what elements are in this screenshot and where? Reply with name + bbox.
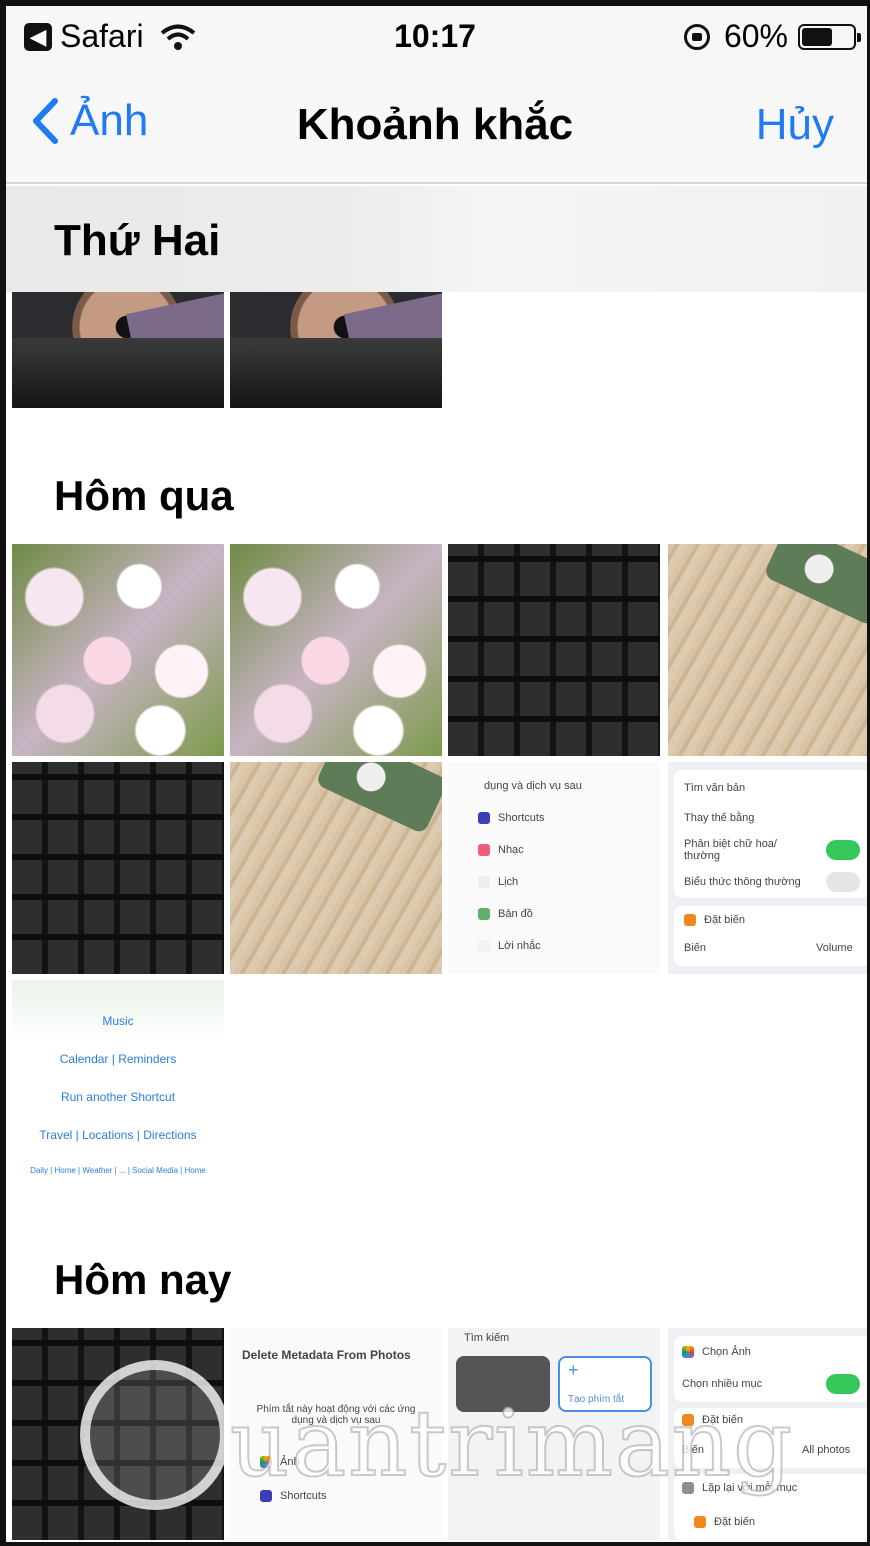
screenshot-text: Nhạc [498, 844, 524, 856]
screenshot-text: Đặt biến [704, 914, 745, 926]
screenshot-text: dụng và dịch vụ sau [484, 780, 582, 792]
app-icon [478, 812, 490, 825]
calendar-icon [478, 876, 490, 889]
screenshot-link: Travel | Locations | Directions [39, 1128, 197, 1142]
photo-thumbnail[interactable] [230, 544, 442, 756]
photo-thumbnail[interactable] [230, 292, 442, 408]
screenshot-text: Tìm kiếm [464, 1332, 510, 1344]
screenshot-link: Calendar | Reminders [59, 1052, 177, 1066]
toggle-switch [826, 872, 860, 892]
status-right: 60% [683, 18, 861, 55]
section-title: Hôm nay [54, 1256, 232, 1303]
screenshot-text: Shortcuts [498, 812, 545, 824]
photo-thumbnail[interactable] [448, 544, 660, 756]
screenshot-thumbnail[interactable]: dụng và dịch vụ sau Shortcuts Nhạc Lịch … [448, 762, 660, 974]
photo-thumbnail[interactable] [12, 762, 224, 974]
photos-app-icon [682, 1346, 694, 1359]
cancel-button[interactable]: Hủy [756, 100, 834, 150]
section-title: Hôm qua [54, 472, 234, 519]
screenshot-text: Lịch [498, 876, 519, 888]
toggle-switch [826, 840, 860, 860]
watermark-logo-icon [80, 1360, 230, 1510]
photo-thumbnail[interactable] [668, 544, 870, 756]
screenshot-text: Đặt biến [714, 1516, 755, 1528]
screenshot-text: Phân biệt chữ hoa/ thường [684, 838, 777, 862]
screenshot-link: Run another Shortcut [60, 1090, 176, 1104]
screenshot-link: Daily | Home | Weather | ... | Social Me… [30, 1166, 206, 1175]
status-bar: ◀ Safari 10:17 60% [0, 0, 870, 76]
screenshot-link: Music [102, 1014, 134, 1028]
watermark-text: uantrimang [229, 1389, 794, 1498]
page-title: Khoảnh khắc [296, 100, 574, 149]
photo-thumbnail[interactable] [12, 292, 224, 408]
screenshot-thumbnail[interactable]: Tìm văn bản Thay thế bằng Phân biệt chữ … [668, 762, 870, 974]
navigation-bar: Ảnh Khoảnh khắc Hủy [0, 76, 870, 184]
screenshot-text: Bản đồ [498, 908, 533, 920]
photo-thumbnail[interactable] [230, 762, 442, 974]
section-title: Thứ Hai [54, 216, 221, 265]
screenshot-text: Tìm văn bản [684, 782, 746, 794]
toggle-switch [826, 1374, 860, 1394]
battery-icon [798, 23, 861, 50]
screenshot-text: Volume [816, 942, 853, 954]
map-icon [478, 908, 490, 921]
screenshot-text: Thay thế bằng [684, 812, 755, 824]
orientation-lock-icon [683, 23, 710, 50]
section-header-monday: Thứ Hai [0, 186, 870, 292]
screenshot-text: Delete Metadata From Photos [242, 1348, 411, 1362]
screenshot-text: Biểu thức thông thường [684, 876, 801, 888]
variable-icon [684, 914, 696, 927]
photo-thumbnail[interactable] [12, 544, 224, 756]
screenshot-text: All photos [802, 1444, 851, 1456]
screenshot-text: Lời nhắc [498, 940, 541, 952]
battery-percent: 60% [723, 18, 788, 54]
music-icon [478, 844, 490, 857]
screenshot-text: Chọn Ảnh [702, 1346, 751, 1358]
screenshot-thumbnail[interactable]: Music Calendar | Reminders Run another S… [12, 980, 224, 1192]
variable-icon [694, 1516, 706, 1529]
reminders-icon [478, 940, 490, 953]
screenshot-text: Biến [684, 942, 707, 954]
